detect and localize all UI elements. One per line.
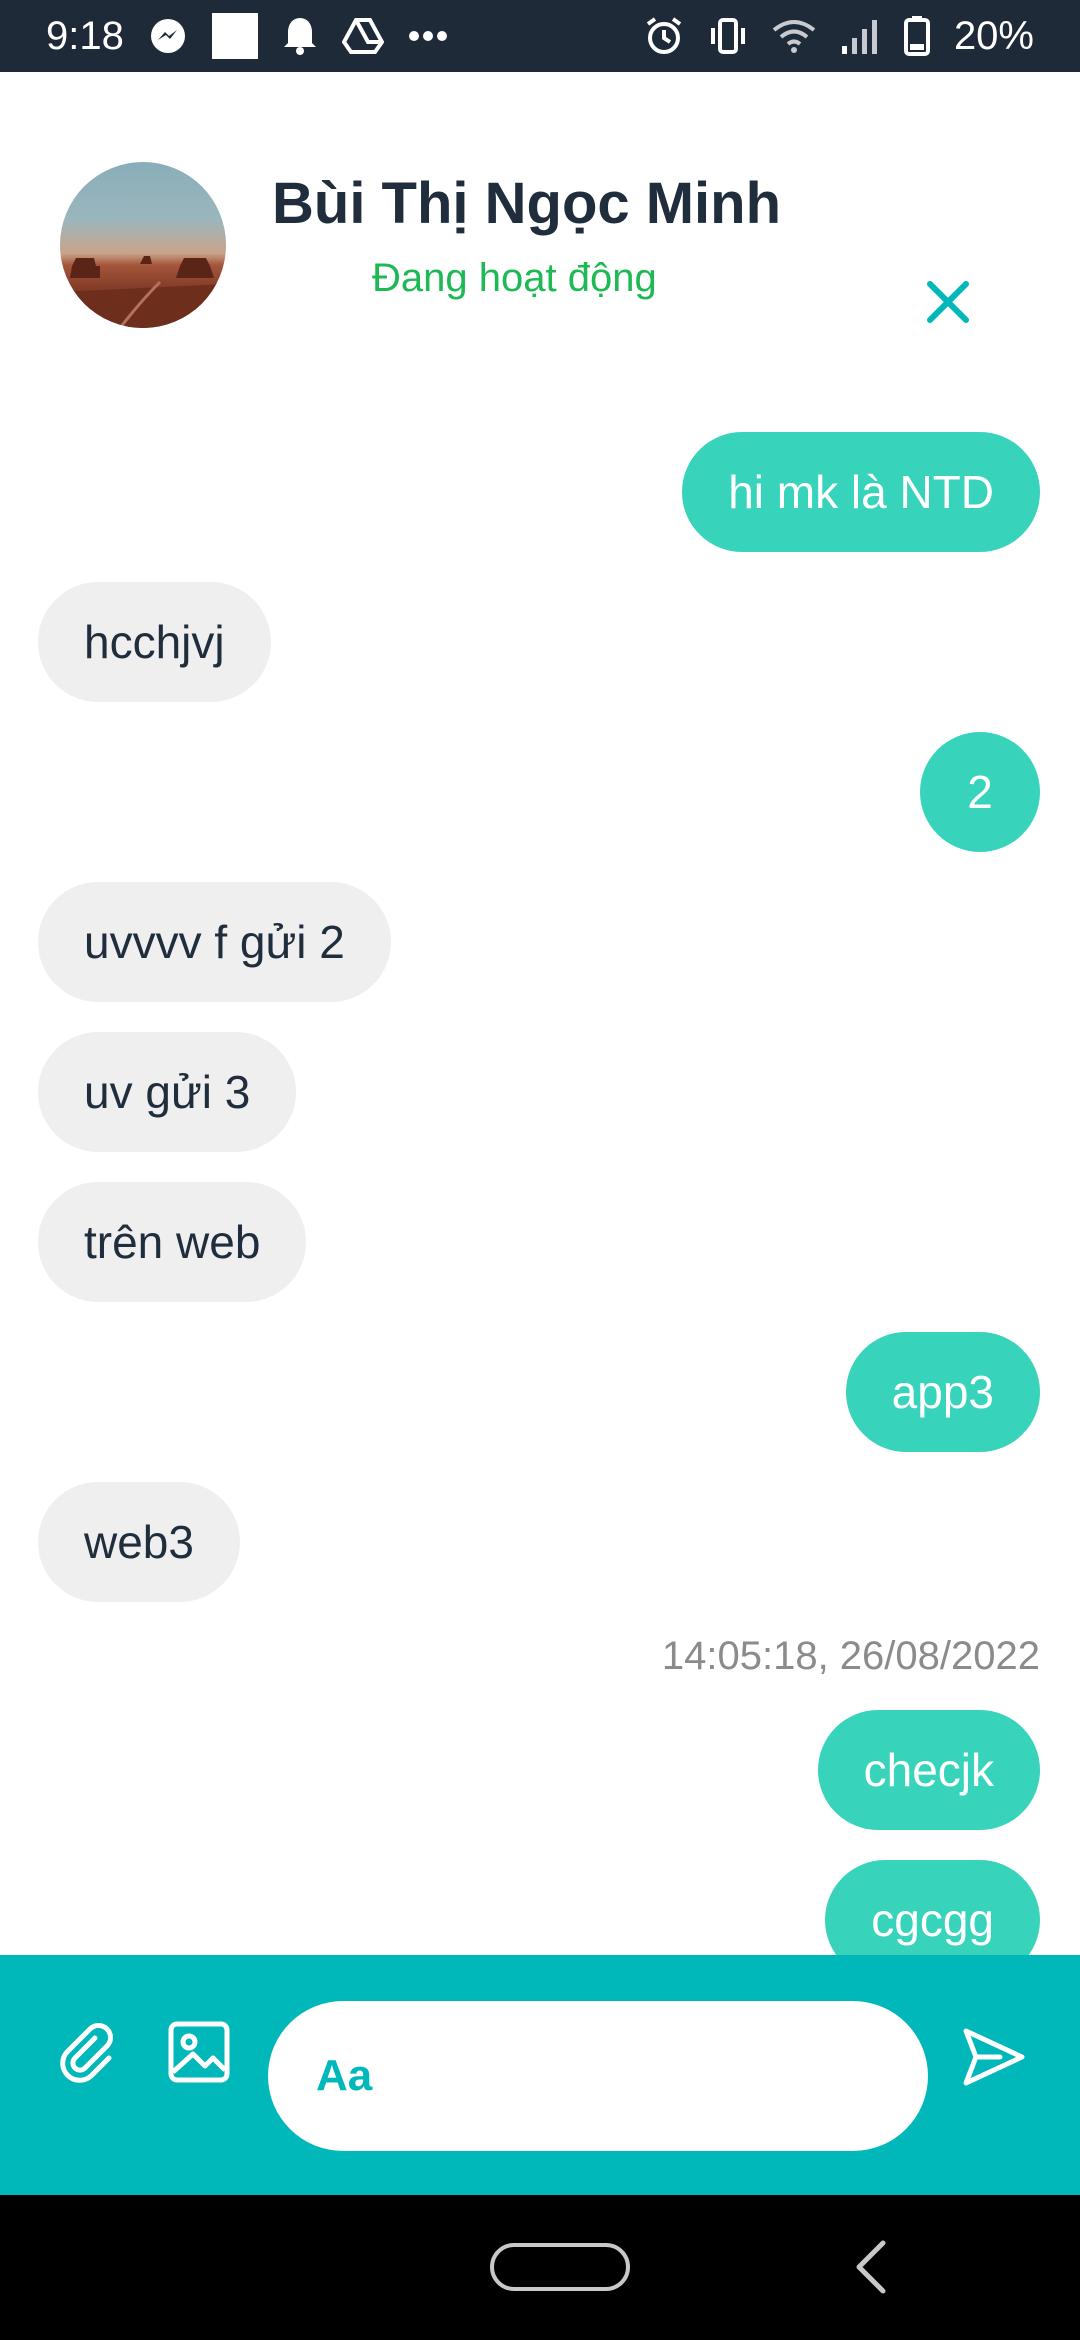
message-bubble-outgoing: checjk — [817, 1710, 1040, 1830]
send-icon — [963, 2028, 1025, 2086]
drive-icon — [341, 17, 384, 55]
message-bubble-incoming: hcchjvj — [38, 582, 271, 702]
message-list[interactable]: hi mk là NTD hcchjvj 2 uvvvv f gửi 2 uv … — [0, 372, 1080, 1955]
bell-icon — [282, 16, 318, 56]
contact-name: Bùi Thị Ngọc Minh — [272, 171, 782, 236]
message-bubble-outgoing: app3 — [845, 1332, 1040, 1452]
status-bar-left: 9:18 — [46, 13, 448, 59]
back-button[interactable] — [846, 2237, 896, 2297]
message-bubble-outgoing: hi mk là NTD — [682, 432, 1040, 552]
message-bubble-incoming: uvvvv f gửi 2 — [38, 882, 391, 1002]
battery-icon — [903, 16, 930, 56]
message-bubble-incoming: uv gửi 3 — [38, 1032, 297, 1152]
back-chevron-icon — [856, 2240, 886, 2294]
close-icon — [927, 281, 969, 323]
home-button[interactable] — [490, 2243, 630, 2291]
status-time: 9:18 — [46, 13, 124, 58]
avatar[interactable] — [60, 162, 226, 328]
system-navigation-bar — [0, 2195, 1080, 2340]
vibrate-icon — [708, 16, 748, 56]
image-icon — [168, 2021, 230, 2083]
message-input[interactable] — [314, 2050, 878, 2102]
more-dots-icon — [408, 30, 448, 42]
attach-file-button[interactable] — [52, 2017, 122, 2087]
attach-image-button[interactable] — [164, 2017, 234, 2087]
messenger-icon — [148, 16, 188, 56]
close-button[interactable] — [918, 272, 978, 332]
battery-percentage: 20% — [953, 13, 1034, 58]
wifi-icon — [772, 18, 816, 54]
presence-status: Đang hoạt động — [372, 256, 657, 300]
status-bar: 9:18 20% — [0, 0, 1080, 72]
square-icon — [211, 13, 258, 59]
message-bubble-incoming: trên web — [38, 1182, 307, 1302]
message-bubble-outgoing: 2 — [920, 732, 1040, 852]
message-bubble-incoming: web3 — [38, 1482, 240, 1602]
signal-icon — [840, 18, 880, 54]
message-bubble-outgoing: cgcgg — [825, 1860, 1040, 1955]
alarm-icon — [644, 16, 684, 56]
status-bar-right: 20% — [644, 14, 1034, 59]
paperclip-icon — [60, 2023, 113, 2083]
send-button[interactable] — [954, 2017, 1034, 2097]
message-composer — [0, 1955, 1080, 2195]
message-timestamp: 14:05:18, 26/08/2022 — [661, 1634, 1040, 1678]
chat-header: Bùi Thị Ngọc Minh Đang hoạt động — [0, 72, 1080, 372]
message-input-container[interactable] — [268, 2001, 928, 2151]
